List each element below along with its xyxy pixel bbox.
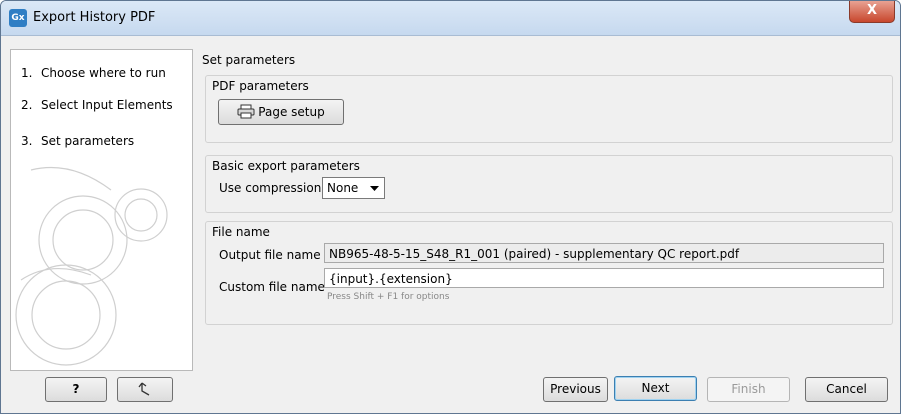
step-choose-where-to-run: 1. Choose where to run xyxy=(21,66,166,80)
step-select-input-elements: 2. Select Input Elements xyxy=(21,98,173,112)
group-label: Basic export parameters xyxy=(212,159,360,173)
use-compression-label: Use compression xyxy=(219,181,322,195)
gx-app-icon: Gx xyxy=(9,9,27,27)
reset-button[interactable] xyxy=(117,377,173,402)
compression-select[interactable]: None xyxy=(322,177,385,199)
compression-value: None xyxy=(327,181,359,195)
printer-icon xyxy=(237,104,255,119)
custom-file-name-input[interactable]: {input}.{extension} xyxy=(324,268,884,288)
page-setup-button[interactable]: Page setup xyxy=(218,99,344,125)
output-file-name-label: Output file name xyxy=(219,248,321,262)
cancel-button[interactable]: Cancel xyxy=(805,377,888,402)
file-name-group: File name Output file name NB965-48-5-15… xyxy=(205,221,893,325)
title-bar[interactable]: Gx Export History PDF X xyxy=(1,1,900,36)
reset-arrow-icon xyxy=(138,382,150,396)
basic-export-parameters-group: Basic export parameters Use compression … xyxy=(205,155,893,213)
close-button[interactable]: X xyxy=(849,1,895,23)
custom-file-name-hint: Press Shift + F1 for options xyxy=(327,292,450,302)
wizard-steps-panel: 1. Choose where to run 2. Select Input Ele… xyxy=(10,49,193,371)
group-label: File name xyxy=(212,225,270,239)
help-button[interactable]: ? xyxy=(45,377,107,402)
finish-button[interactable]: Finish xyxy=(707,377,790,402)
next-button[interactable]: Next xyxy=(614,376,697,401)
previous-button[interactable]: Previous xyxy=(543,377,608,402)
panel-title: Set parameters xyxy=(202,53,296,67)
custom-file-name-label: Custom file name xyxy=(219,280,325,294)
step-label: Set parameters xyxy=(41,134,135,148)
page-setup-label: Page setup xyxy=(258,105,325,119)
pdf-parameters-group: PDF parameters Page setup xyxy=(205,75,893,143)
decorative-binary-swirl-watermark xyxy=(15,167,168,366)
group-label: PDF parameters xyxy=(212,79,309,93)
window-title: Export History PDF xyxy=(33,10,156,25)
step-label: Select Input Elements xyxy=(41,98,173,112)
chevron-down-icon xyxy=(370,186,379,191)
parameters-panel: Set parameters PDF parameters Page setup… xyxy=(199,49,893,369)
output-file-name-field: NB965-48-5-15_S48_R1_001 (paired) - supp… xyxy=(324,243,884,263)
dialog-button-bar: ? Previous Next Finish Cancel xyxy=(1,369,900,413)
step-set-parameters: 3. Set parameters xyxy=(21,134,135,148)
step-label: Choose where to run xyxy=(41,66,166,80)
export-history-pdf-dialog: Gx Export History PDF X 1. Choose where t… xyxy=(0,0,901,414)
